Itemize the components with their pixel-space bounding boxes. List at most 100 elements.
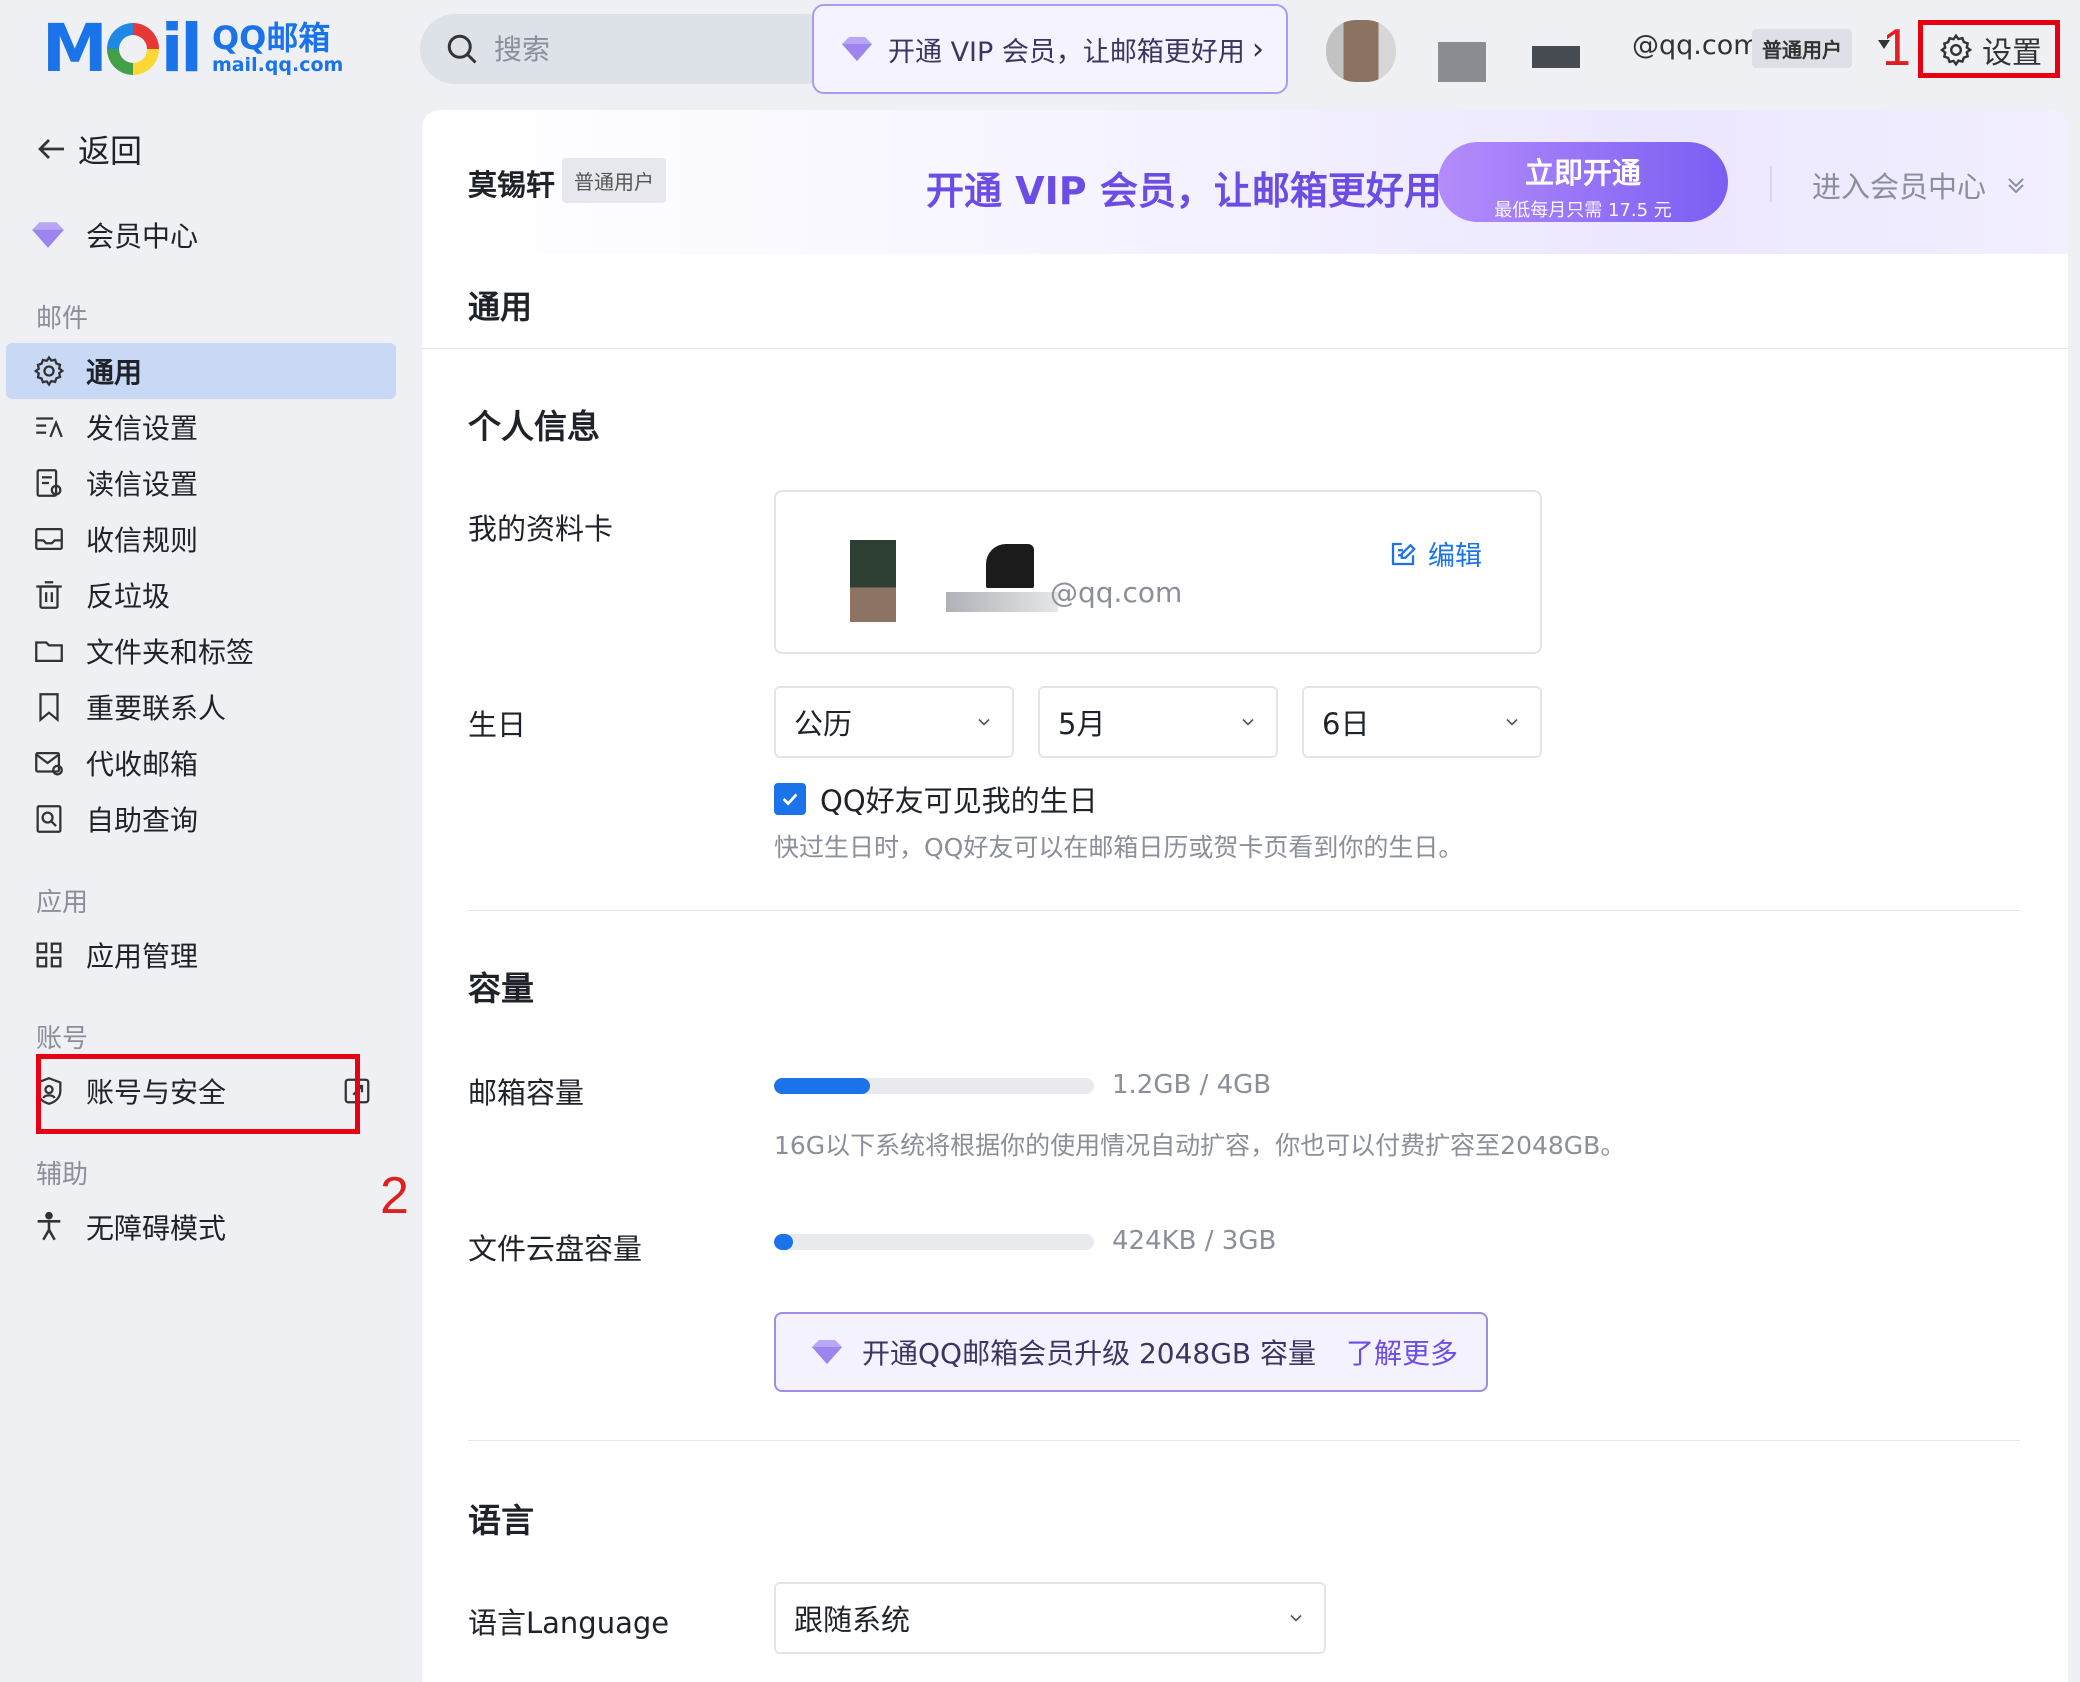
gear-icon	[1939, 33, 1973, 67]
chevron-right-icon: ›	[1252, 31, 1264, 67]
avatar-secondary	[1438, 42, 1486, 82]
divider	[422, 348, 2068, 349]
diamond-icon	[842, 37, 872, 61]
vip-slogan: 开通 VIP 会员，让邮箱更好用	[926, 169, 1442, 213]
search-box[interactable]	[420, 14, 840, 84]
sidebar-item-read-settings[interactable]: 读信设置	[6, 455, 396, 511]
logo-cn: QQ邮箱	[211, 19, 331, 58]
avatar[interactable]	[1326, 20, 1396, 82]
sidebar-item-receive-rules[interactable]: 收信规则	[6, 511, 396, 567]
sidebar-item-accessibility[interactable]: 无障碍模式	[6, 1199, 396, 1255]
diamond-icon	[32, 222, 64, 248]
sidebar-item-label: 通用	[86, 356, 143, 389]
search-icon	[447, 34, 477, 64]
settings-panel: 莫锡轩 普通用户 开通 VIP 会员，让邮箱更好用 立即开通 最低每月只需 17…	[422, 110, 2068, 1682]
logo-wordmark: Mil	[42, 10, 203, 87]
month-select[interactable]: 5月	[1038, 686, 1278, 758]
sidebar-item-label: 收信规则	[86, 524, 199, 557]
cloud-capacity-fill	[774, 1234, 794, 1250]
section-label-mail: 邮件	[36, 304, 89, 334]
sidebar-item-account-security[interactable]: 账号与安全	[6, 1063, 396, 1119]
day-value: 6日	[1322, 707, 1370, 741]
birthday-label: 生日	[468, 708, 527, 742]
sidebar-item-label: 重要联系人	[86, 692, 227, 725]
mailbox-capacity-fill	[774, 1078, 870, 1094]
user-badge: 普通用户	[562, 158, 666, 203]
sidebar-item-label: 发信设置	[86, 412, 199, 445]
section-title-capacity: 容量	[468, 969, 534, 1008]
sidebar-item-label: 应用管理	[86, 940, 199, 973]
divider	[468, 1440, 2020, 1441]
folder-icon	[35, 641, 63, 663]
sidebar-item-important-contacts[interactable]: 重要联系人	[6, 679, 396, 735]
search-input[interactable]	[494, 32, 794, 66]
profile-name-redacted	[986, 544, 1034, 588]
learn-more-link[interactable]: 了解更多	[1346, 1332, 1458, 1372]
day-select[interactable]: 6日	[1302, 686, 1542, 758]
upgrade-text: 开通QQ邮箱会员升级 2048GB 容量	[862, 1337, 1317, 1370]
gear-icon	[33, 355, 65, 387]
mailbox-capacity-label: 邮箱容量	[468, 1076, 585, 1110]
account-email[interactable]: @qq.com	[1632, 30, 1760, 61]
sidebar: 返回 会员中心 邮件 通用 发信设置 读信设置 收信规则 反垃圾 文件夹和标签 …	[0, 100, 410, 1682]
vip-promo-pill[interactable]: 开通 VIP 会员，让邮箱更好用 ›	[812, 4, 1288, 94]
language-value: 跟随系统	[794, 1603, 911, 1637]
checkbox-label: QQ好友可见我的生日	[820, 784, 1098, 818]
birthday-hint: 快过生日时，QQ好友可以在邮箱日历或贺卡页看到你的生日。	[774, 833, 1464, 862]
sidebar-item-self-query[interactable]: 自助查询	[6, 791, 396, 847]
external-link-icon	[344, 1078, 370, 1104]
edit-profile-button[interactable]: 编辑	[1388, 534, 1482, 573]
language-select[interactable]: 跟随系统	[774, 1582, 1326, 1654]
profile-avatar	[850, 540, 896, 622]
chevron-down-icon	[1290, 1614, 1302, 1622]
enter-vip-center-link[interactable]: 进入会员中心	[1812, 164, 2028, 206]
profile-email: @qq.com	[1050, 576, 1183, 609]
settings-button[interactable]: 设置	[1922, 22, 2058, 78]
qq-mail-logo[interactable]: Mil QQ邮箱 mail.qq.com	[42, 14, 343, 84]
profile-card-label: 我的资料卡	[468, 512, 614, 546]
profile-card: @qq.com 编辑	[774, 490, 1542, 654]
double-chevron-down-icon	[2008, 178, 2024, 194]
mailbox-capacity-bar	[774, 1078, 1094, 1094]
sidebar-item-app-management[interactable]: 应用管理	[6, 927, 396, 983]
back-button[interactable]: 返回	[34, 126, 142, 172]
sidebar-item-folders-tags[interactable]: 文件夹和标签	[6, 623, 396, 679]
search-doc-icon	[36, 805, 62, 833]
open-vip-button[interactable]: 立即开通 最低每月只需 17.5 元	[1438, 142, 1728, 222]
divider	[468, 910, 2020, 911]
logo-ring-icon	[106, 23, 159, 75]
send-settings-icon	[36, 417, 63, 438]
enter-vip-center-label: 进入会员中心	[1812, 170, 1987, 204]
cloud-capacity-bar	[774, 1234, 1094, 1250]
sidebar-item-label: 读信设置	[86, 468, 199, 501]
sidebar-item-proxy-mailbox[interactable]: 代收邮箱	[6, 735, 396, 791]
sidebar-item-general[interactable]: 通用	[6, 343, 396, 399]
cloud-capacity-usage: 424KB / 3GB	[1112, 1226, 1277, 1256]
section-title-personal: 个人信息	[468, 407, 600, 446]
trash-icon	[36, 581, 62, 609]
settings-label: 设置	[1982, 36, 2042, 71]
language-label: 语言Language	[468, 1606, 670, 1640]
mail-link-icon	[35, 751, 63, 776]
upgrade-capacity-banner[interactable]: 开通QQ邮箱会员升级 2048GB 容量 了解更多	[774, 1312, 1488, 1392]
section-title-language: 语言	[468, 1501, 534, 1540]
sidebar-item-label: 无障碍模式	[86, 1212, 227, 1245]
account-badge: 普通用户	[1752, 29, 1852, 68]
checkbox-checked-icon[interactable]	[774, 783, 806, 815]
sidebar-item-vip-center[interactable]: 会员中心	[30, 215, 198, 255]
sidebar-item-label: 文件夹和标签	[86, 636, 255, 669]
birthday-visible-checkbox[interactable]: QQ好友可见我的生日	[774, 778, 1098, 820]
sidebar-item-label: 会员中心	[86, 220, 199, 253]
open-vip-label: 立即开通	[1524, 156, 1641, 190]
chevron-down-icon	[1506, 718, 1518, 726]
cloud-capacity-label: 文件云盘容量	[468, 1232, 643, 1266]
accessibility-icon	[37, 1211, 61, 1241]
calendar-select[interactable]: 公历	[774, 686, 1014, 758]
sidebar-item-anti-spam[interactable]: 反垃圾	[6, 567, 396, 623]
back-label: 返回	[78, 132, 143, 170]
section-label-apps: 应用	[36, 888, 89, 918]
bookmark-icon	[39, 693, 59, 723]
sidebar-item-send-settings[interactable]: 发信设置	[6, 399, 396, 455]
avatar-tertiary	[1532, 46, 1580, 68]
vip-promo-banner: 莫锡轩 普通用户 开通 VIP 会员，让邮箱更好用 立即开通 最低每月只需 17…	[422, 110, 2068, 254]
